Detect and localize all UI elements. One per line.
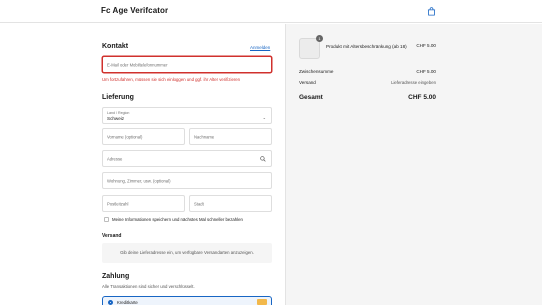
first-name-field[interactable]: Vorname (optional) bbox=[102, 128, 185, 145]
payment-heading: Zahlung bbox=[102, 273, 130, 280]
payment-option-card[interactable]: Kreditkarte bbox=[102, 296, 272, 305]
chevron-down-icon: ⌄ bbox=[262, 115, 266, 120]
postal-code-placeholder: Postleitzahl bbox=[107, 201, 129, 206]
address-placeholder: Adresse bbox=[107, 156, 123, 161]
postal-code-field[interactable]: Postleitzahl bbox=[102, 195, 185, 212]
total-label: Gesamt bbox=[299, 94, 323, 101]
shop-brand[interactable]: Fc Age Verifcator bbox=[101, 6, 168, 15]
product-price: CHF 5.00 bbox=[416, 43, 436, 48]
email-error-message: Um fortzufahren, müssen sie sich einlogg… bbox=[102, 77, 241, 82]
last-name-field[interactable]: Nachname bbox=[189, 128, 272, 145]
country-label: Land / Region bbox=[107, 111, 130, 115]
delivery-heading: Lieferung bbox=[102, 94, 134, 101]
subtotal-value: CHF 5.00 bbox=[416, 69, 436, 74]
order-summary: 1 Produkt mit Altersbeschränkung (ab 18)… bbox=[285, 24, 542, 305]
shipping-info-text: Gib deine Lieferadresse ein, um verfügba… bbox=[120, 250, 254, 255]
apartment-placeholder: Wohnung, Zimmer, usw. (optional) bbox=[107, 178, 171, 183]
country-value: Schweiz bbox=[107, 116, 125, 121]
payment-radio[interactable] bbox=[108, 300, 113, 305]
first-name-placeholder: Vorname (optional) bbox=[107, 134, 143, 139]
country-select[interactable]: Land / Region Schweiz ⌄ bbox=[102, 107, 272, 124]
checkout-form: Kontakt Anmelden E-Mail oder Mobiltelefo… bbox=[0, 24, 285, 305]
payment-option-label: Kreditkarte bbox=[117, 300, 138, 305]
last-name-placeholder: Nachname bbox=[194, 134, 215, 139]
save-info-label: Meine Informationen speichern und nächst… bbox=[112, 217, 243, 222]
email-field[interactable]: E-Mail oder Mobiltelefonnummer bbox=[102, 56, 272, 73]
shopping-bag-icon[interactable] bbox=[427, 7, 436, 16]
shipping-heading: Versand bbox=[102, 233, 122, 239]
shipping-info-box: Gib deine Lieferadresse ein, um verfügba… bbox=[102, 243, 272, 263]
payment-subtitle: Alle Transaktionen sind sicher und versc… bbox=[102, 284, 195, 289]
apartment-field[interactable]: Wohnung, Zimmer, usw. (optional) bbox=[102, 172, 272, 189]
city-field[interactable]: Stadt bbox=[189, 195, 272, 212]
shipping-label: Versand bbox=[299, 80, 316, 85]
shipping-value: Lieferadresse eingeben bbox=[391, 80, 436, 85]
subtotal-label: Zwischensumme bbox=[299, 69, 334, 74]
email-placeholder: E-Mail oder Mobiltelefonnummer bbox=[107, 62, 168, 67]
total-value: CHF 5.00 bbox=[408, 94, 436, 101]
search-icon[interactable] bbox=[260, 156, 266, 162]
card-brand-icon bbox=[257, 299, 267, 305]
top-header: Fc Age Verifcator bbox=[0, 0, 542, 23]
contact-heading: Kontakt bbox=[102, 43, 129, 50]
quantity-badge: 1 bbox=[316, 35, 323, 42]
address-field[interactable]: Adresse bbox=[102, 150, 272, 167]
save-info-checkbox[interactable] bbox=[104, 217, 109, 222]
city-placeholder: Stadt bbox=[194, 201, 204, 206]
login-link[interactable]: Anmelden bbox=[250, 45, 270, 50]
